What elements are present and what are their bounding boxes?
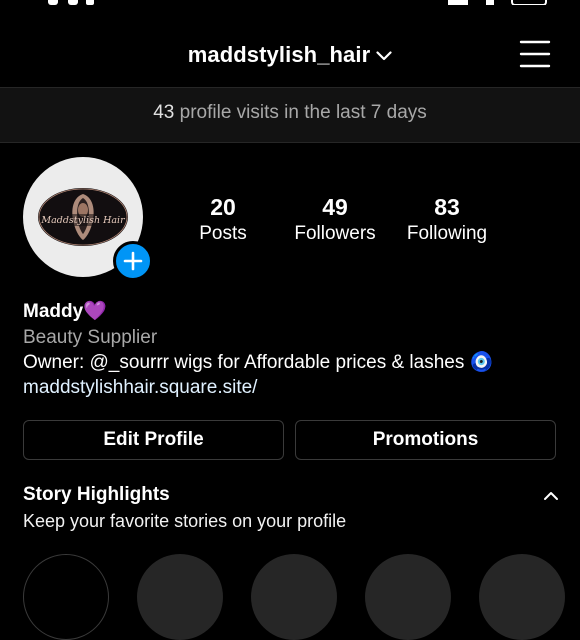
new-highlight-button[interactable] bbox=[23, 554, 109, 640]
profile-website-link[interactable]: maddstylishhair.square.site/ bbox=[23, 375, 257, 400]
profile-header: maddstylish_hair bbox=[0, 22, 580, 86]
stat-followers-label: Followers bbox=[294, 223, 376, 244]
promotions-button[interactable]: Promotions bbox=[295, 420, 556, 460]
stat-posts-count: 20 bbox=[210, 194, 236, 220]
stat-following[interactable]: 83 Following bbox=[392, 193, 502, 247]
stat-following-label: Following bbox=[406, 223, 488, 244]
add-story-button[interactable] bbox=[113, 241, 153, 281]
profile-visits-label: profile visits in the last 7 days bbox=[174, 102, 427, 123]
profile-bio-text: Owner: @_sourrr wigs for Affordable pric… bbox=[23, 352, 494, 373]
highlight-placeholder bbox=[479, 554, 565, 640]
avatar-logo: Maddstylish Hair bbox=[38, 188, 128, 246]
stat-following-count: 83 bbox=[434, 194, 460, 220]
story-highlights-subtitle: Keep your favorite stories on your profi… bbox=[23, 511, 347, 531]
highlight-placeholder bbox=[251, 554, 337, 640]
profile-visits-banner[interactable]: 43 profile visits in the last 7 days bbox=[0, 87, 580, 143]
username-text: maddstylish_hair bbox=[187, 42, 371, 67]
chevron-up-icon[interactable] bbox=[541, 488, 561, 504]
stat-followers-count: 49 bbox=[322, 194, 348, 220]
edit-profile-button[interactable]: Edit Profile bbox=[23, 420, 284, 460]
highlight-placeholder bbox=[365, 554, 451, 640]
stat-posts-label: Posts bbox=[199, 223, 247, 244]
profile-category: Beauty Supplier bbox=[23, 327, 158, 348]
chevron-down-icon bbox=[376, 41, 392, 67]
profile-name: Maddy💜 bbox=[23, 301, 107, 322]
story-highlights-title: Story Highlights bbox=[23, 484, 170, 505]
hamburger-menu-icon[interactable] bbox=[519, 38, 551, 70]
stat-posts[interactable]: 20 Posts bbox=[168, 193, 278, 247]
profile-visits-text: 43 profile visits in the last 7 days bbox=[0, 102, 580, 124]
plus-icon bbox=[123, 251, 143, 271]
highlight-placeholder bbox=[137, 554, 223, 640]
stat-followers[interactable]: 49 Followers bbox=[280, 193, 390, 247]
username-switcher[interactable]: maddstylish_hair bbox=[0, 42, 580, 68]
avatar-logo-text: Maddstylish Hair bbox=[40, 215, 126, 226]
profile-visits-count: 43 bbox=[153, 102, 175, 123]
status-bar bbox=[0, 0, 580, 6]
